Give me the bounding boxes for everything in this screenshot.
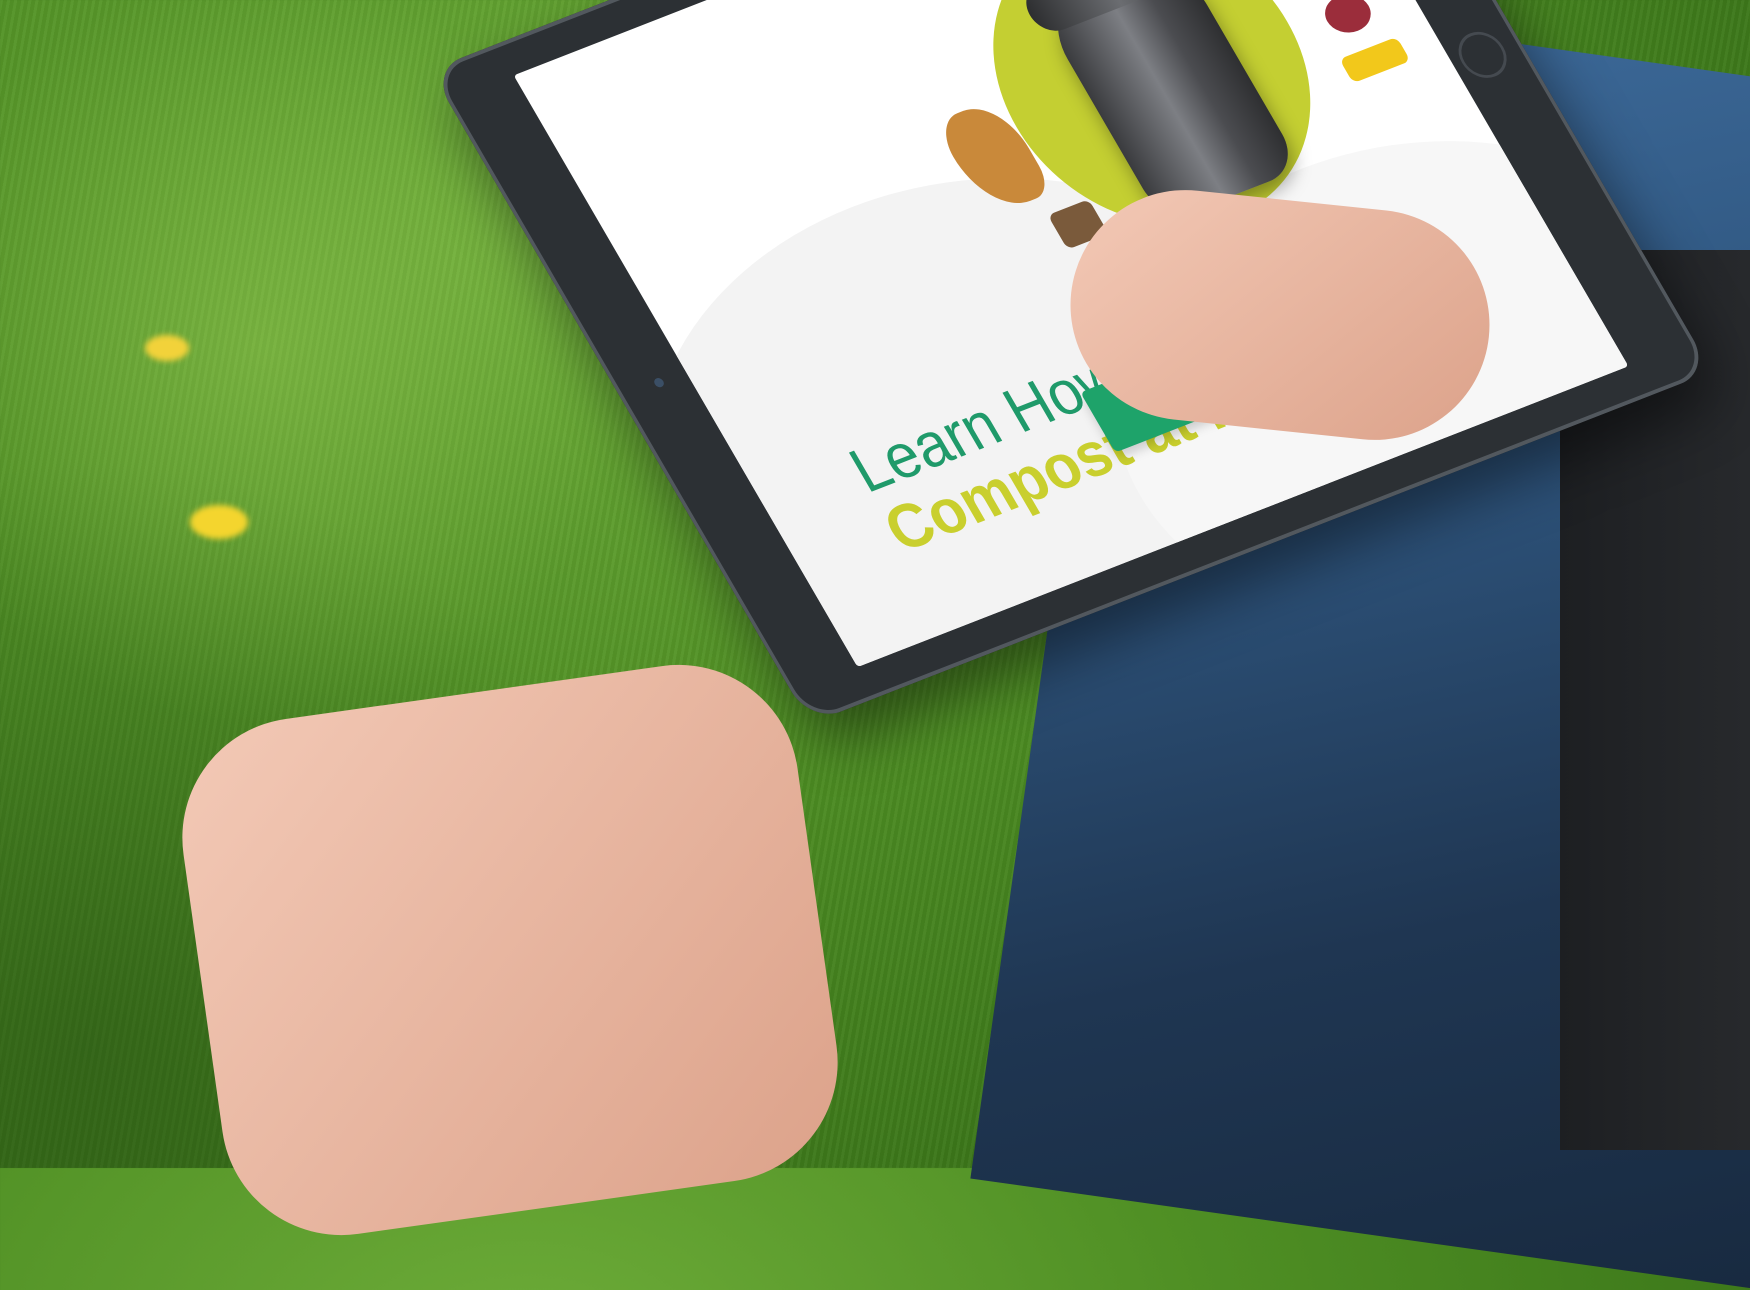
banana-peel-illustration xyxy=(1339,36,1411,84)
vegetables-illustration xyxy=(1317,0,1379,39)
left-hand xyxy=(166,649,854,1251)
yellow-flower xyxy=(190,505,248,539)
yellow-flower xyxy=(145,335,189,361)
